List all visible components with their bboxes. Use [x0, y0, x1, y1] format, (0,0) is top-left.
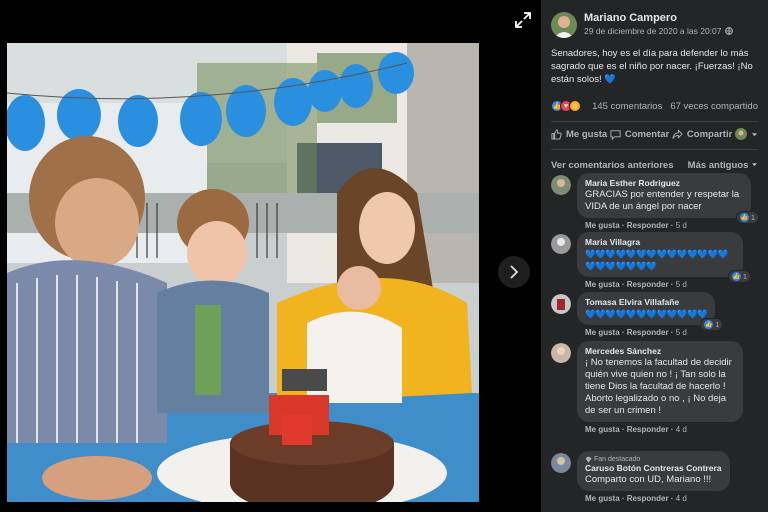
post-author: Mariano Campero 29 de diciembre de 2020 …	[541, 0, 768, 38]
shares-count[interactable]: 67 veces compartido	[670, 101, 758, 112]
comment-reply-link[interactable]: Responder	[627, 425, 669, 434]
comment-meta: Me gusta · Responder · 5 d	[585, 221, 687, 230]
post-side-panel: Mariano Campero 29 de diciembre de 2020 …	[541, 0, 768, 512]
like-icon: 👍	[704, 320, 714, 329]
comment-age[interactable]: 5 d	[676, 221, 687, 230]
chevron-right-icon	[510, 265, 519, 279]
comment-age[interactable]: 4 d	[676, 494, 687, 503]
comment-bubble: Tomasa Elvira Villafañe 💙💙💙💙💙💙💙💙💙💙💙💙 👍 1	[577, 292, 724, 331]
comment-bubble: Mercedes Sánchez ¡ No tenemos la faculta…	[577, 341, 743, 422]
comment-bubble: Maria Villagra 💙💙💙💙💙💙💙💙💙💙💙💙💙💙💙💙💙💙💙💙💙 👍 1	[577, 232, 751, 283]
comment-like-link[interactable]: Me gusta	[585, 221, 620, 230]
badge-icon	[585, 456, 592, 463]
comment-item: Maria Esther Rodriguez GRACIAS por enten…	[541, 173, 768, 230]
family-birthday-photo	[7, 43, 479, 502]
globe-icon	[724, 27, 733, 35]
comment-like-link[interactable]: Me gusta	[585, 494, 620, 503]
comment-reply-link[interactable]: Responder	[627, 328, 669, 337]
comment-bubble: Fan destacado Caruso Botón Contreras Con…	[577, 451, 730, 491]
comment-text: ¡ No tenemos la facultad de decidir quié…	[585, 357, 732, 416]
comment-age[interactable]: 5 d	[676, 280, 687, 289]
comment-label: Comentar	[624, 128, 670, 140]
top-fan-badge: Fan destacado	[585, 456, 722, 463]
commenter-avatar[interactable]	[551, 175, 571, 195]
post-text-body: Senadores, hoy es el día para defender l…	[551, 48, 753, 85]
comment-reply-link[interactable]: Responder	[627, 221, 669, 230]
comment-text: 💙💙💙💙💙💙💙💙💙💙💙💙	[585, 309, 708, 319]
previous-comments-link[interactable]: Ver comentarios anteriores	[551, 160, 674, 171]
like-button[interactable]: Me gusta	[551, 129, 607, 140]
commenter-name[interactable]: Tomasa Elvira Villafañe	[585, 297, 707, 307]
post-photo[interactable]	[7, 43, 479, 502]
commenter-avatar[interactable]	[551, 453, 571, 473]
comment-sort-dropdown[interactable]: Más antiguos	[688, 160, 758, 171]
comment-meta: Me gusta · Responder · 5 d	[585, 328, 687, 337]
commenter-name[interactable]: Mercedes Sánchez	[585, 346, 735, 356]
share-button[interactable]: Compartir	[672, 129, 732, 140]
caret-down-icon	[751, 163, 758, 167]
comment-item: Maria Villagra 💙💙💙💙💙💙💙💙💙💙💙💙💙💙💙💙💙💙💙💙💙 👍 1…	[541, 232, 768, 289]
comments-header: Ver comentarios anteriores Más antiguos	[541, 150, 768, 171]
comment-reaction-count: 1	[750, 213, 755, 222]
caret-down-icon	[751, 132, 758, 136]
post-text: Senadores, hoy es el día para defender l…	[541, 38, 768, 86]
thumbs-up-icon	[551, 128, 562, 140]
comment-text: Comparto con UD, Mariano !!!	[585, 474, 712, 485]
comment-sort-label: Más antiguos	[687, 160, 749, 171]
post-as-selector[interactable]	[735, 128, 758, 140]
post-actions: Me gusta Comentar Compartir	[541, 122, 768, 140]
profile-avatar-icon	[735, 128, 747, 140]
comment-item: Tomasa Elvira Villafañe 💙💙💙💙💙💙💙💙💙💙💙💙 👍 1…	[541, 292, 768, 337]
haha-icon: ☺	[569, 100, 581, 112]
comment-like-link[interactable]: Me gusta	[585, 425, 620, 434]
comment-age[interactable]: 5 d	[676, 328, 687, 337]
comment-item: Fan destacado Caruso Botón Contreras Con…	[541, 451, 768, 503]
post-date-text[interactable]: 29 de diciembre de 2020 a las 20:07	[584, 26, 722, 36]
comment-icon	[610, 129, 621, 140]
comment-reactions[interactable]: 👍 1	[700, 318, 724, 331]
commenter-avatar[interactable]	[551, 294, 571, 314]
comment-reactions[interactable]: 👍 1	[735, 211, 759, 224]
commenter-avatar[interactable]	[551, 234, 571, 254]
photo-viewer	[0, 0, 541, 512]
share-icon	[672, 128, 683, 139]
fullscreen-icon[interactable]	[513, 10, 533, 30]
comment-text: GRACIAS por entender y respetar la VIDA …	[585, 189, 740, 212]
comment-age[interactable]: 4 d	[676, 425, 687, 434]
post-date[interactable]: 29 de diciembre de 2020 a las 20:07	[584, 26, 733, 36]
top-fan-label: Fan destacado	[594, 456, 641, 463]
comment-reaction-count: 1	[715, 320, 720, 329]
comment-like-link[interactable]: Me gusta	[585, 280, 620, 289]
share-label: Compartir	[686, 128, 733, 140]
comment-reply-link[interactable]: Responder	[627, 280, 669, 289]
reactions-summary[interactable]: 👍 ♥ ☺	[551, 100, 581, 112]
comment-meta: Me gusta · Responder · 4 d	[585, 494, 687, 503]
commenter-name[interactable]: Caruso Botón Contreras Contrera	[585, 463, 722, 473]
like-label: Me gusta	[566, 128, 608, 140]
commenter-avatar[interactable]	[551, 343, 571, 363]
comment-text: 💙💙💙💙💙💙💙💙💙💙💙💙💙💙💙💙💙💙💙💙💙	[585, 249, 729, 271]
comment-reaction-count: 1	[742, 272, 747, 281]
comments-count[interactable]: 145 comentarios	[592, 101, 662, 112]
comment-reactions[interactable]: 👍 1	[727, 270, 751, 283]
commenter-name[interactable]: Maria Villagra	[585, 237, 735, 247]
next-photo-button[interactable]	[498, 256, 530, 288]
author-name[interactable]: Mariano Campero	[584, 12, 733, 24]
comment-button[interactable]: Comentar	[610, 129, 669, 140]
post-stats: 👍 ♥ ☺ 145 comentarios 67 veces compartid…	[541, 100, 768, 112]
commenter-name[interactable]: Maria Esther Rodriguez	[585, 178, 743, 188]
comment-item: Mercedes Sánchez ¡ No tenemos la faculta…	[541, 341, 768, 434]
like-icon: 👍	[739, 213, 749, 222]
comment-meta: Me gusta · Responder · 4 d	[585, 425, 687, 434]
author-avatar[interactable]	[551, 12, 577, 38]
comment-meta: Me gusta · Responder · 5 d	[585, 280, 687, 289]
like-icon: 👍	[731, 272, 741, 281]
comment-reply-link[interactable]: Responder	[627, 494, 669, 503]
blue-heart-emoji: 💙	[604, 74, 617, 85]
comment-like-link[interactable]: Me gusta	[585, 328, 620, 337]
comment-bubble: Maria Esther Rodriguez GRACIAS por enten…	[577, 173, 759, 224]
